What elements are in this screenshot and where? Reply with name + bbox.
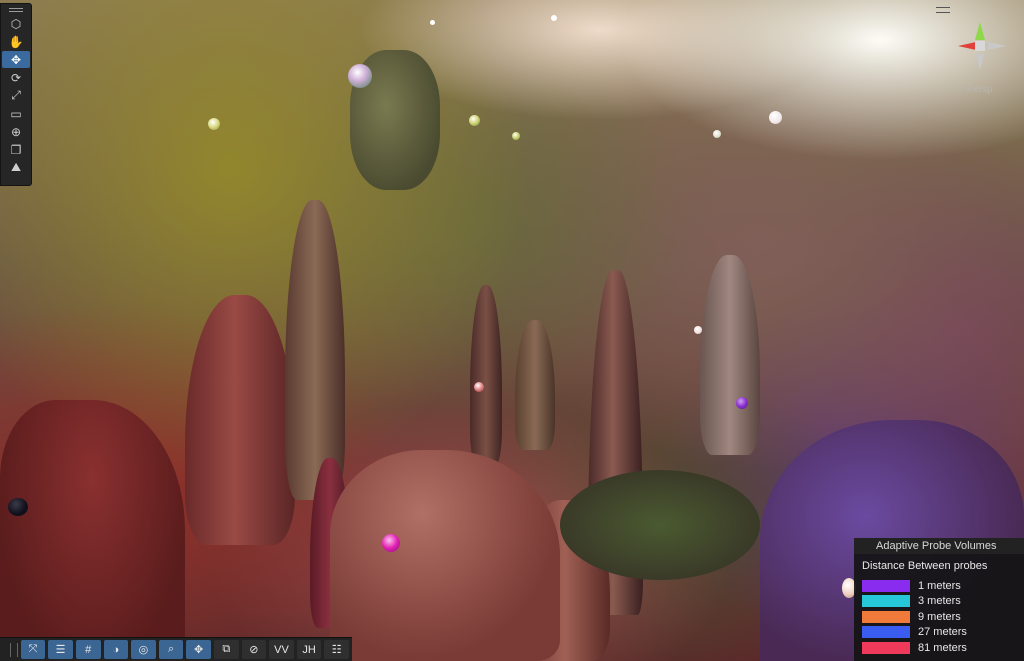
custom-tool-icon[interactable]: ❐: [2, 141, 30, 158]
gizmo-grip[interactable]: [936, 7, 950, 13]
light-probe[interactable]: [769, 111, 782, 124]
x-axis-cone: [958, 42, 976, 50]
search-button[interactable]: ⌕: [158, 640, 184, 659]
light-probe[interactable]: [348, 64, 372, 88]
legend-swatch: [862, 626, 910, 639]
move-tool-icon[interactable]: ✥: [2, 51, 30, 68]
light-probe[interactable]: [713, 130, 721, 138]
orbit-button[interactable]: ◎: [131, 640, 156, 659]
light-probe[interactable]: [694, 326, 702, 334]
grid-button[interactable]: #: [75, 640, 101, 659]
light-probe[interactable]: [551, 15, 557, 21]
jh-button[interactable]: JH: [296, 640, 322, 659]
light-probe[interactable]: [474, 382, 484, 392]
view-tool-icon[interactable]: ⬡: [2, 15, 30, 32]
apv-overlay-title[interactable]: Adaptive Probe Volumes: [854, 538, 1024, 554]
legend-label: 81 meters: [918, 641, 967, 654]
stalagmite: [185, 295, 295, 545]
pivot-button[interactable]: ✥: [186, 640, 211, 659]
sorting-button[interactable]: ☰: [48, 640, 73, 659]
light-probe[interactable]: [382, 534, 400, 552]
layers-button[interactable]: ⧉: [213, 640, 239, 659]
light-probe[interactable]: [208, 118, 220, 130]
gizmo-center: [975, 41, 985, 51]
rock-mass: [330, 450, 560, 661]
legend-swatch: [862, 579, 910, 592]
legend-swatch: [862, 595, 910, 608]
neg-x-axis-cone: [988, 42, 1006, 50]
stalagmite: [285, 200, 345, 500]
light-probe[interactable]: [469, 115, 480, 126]
legend-row: 1 meters: [854, 578, 1024, 594]
y-axis-cone: [975, 22, 985, 40]
stalagmite: [700, 255, 760, 455]
toolbar-grip[interactable]: [1, 6, 31, 14]
list-button[interactable]: ☷: [324, 640, 349, 659]
projection-label[interactable]: < Persp: [958, 84, 993, 95]
snap-button[interactable]: ◑: [103, 640, 129, 659]
legend-row: 27 meters: [854, 625, 1024, 641]
apv-overlay-panel: Adaptive Probe Volumes Distance Between …: [854, 538, 1024, 661]
rock-mass: [0, 400, 185, 661]
neg-y-axis-cone: [976, 54, 984, 70]
legend-row: 81 meters: [854, 640, 1024, 656]
vv-button[interactable]: VV: [269, 640, 294, 659]
stalagmite: [470, 285, 502, 465]
light-probe[interactable]: [736, 397, 748, 409]
light-probe[interactable]: [512, 132, 520, 140]
stalagmite: [515, 320, 555, 450]
legend-label: 1 meters: [918, 579, 961, 592]
scene-tools-toolbar: ⬡ ✋ ✥ ⟳ ⤢ ▭ ⊕ ❐ ⛰: [0, 3, 32, 186]
rect-tool-icon[interactable]: ▭: [2, 105, 30, 122]
transform-handles-button[interactable]: ⤧: [20, 640, 46, 659]
legend-label: 27 meters: [918, 626, 967, 639]
bottom-overlay-toolbar: ⤧ ☰ # ◑ ◎ ⌕ ✥ ⧉ ⊘ VV JH ☷: [0, 637, 352, 661]
light-probe[interactable]: [430, 20, 435, 25]
compass-button[interactable]: ⊘: [241, 640, 267, 659]
rotate-tool-icon[interactable]: ⟳: [2, 69, 30, 86]
legend-label: 3 meters: [918, 595, 961, 608]
hand-tool-icon[interactable]: ✋: [2, 33, 30, 50]
orientation-gizmo[interactable]: [948, 16, 1012, 80]
legend-row: 9 meters: [854, 609, 1024, 625]
toolbar-grip[interactable]: [10, 642, 18, 657]
legend-label: 9 meters: [918, 610, 961, 623]
scale-tool-icon[interactable]: ⤢: [2, 87, 30, 104]
moss-floor: [560, 470, 760, 580]
apv-overlay-subtitle: Distance Between probes: [862, 560, 988, 572]
transform-tool-icon[interactable]: ⊕: [2, 123, 30, 140]
legend-swatch: [862, 610, 910, 623]
legend-swatch: [862, 641, 910, 654]
light-probe[interactable]: [8, 498, 28, 516]
legend-row: 3 meters: [854, 594, 1024, 610]
probe-edit-tool-icon[interactable]: ⛰: [2, 159, 30, 176]
